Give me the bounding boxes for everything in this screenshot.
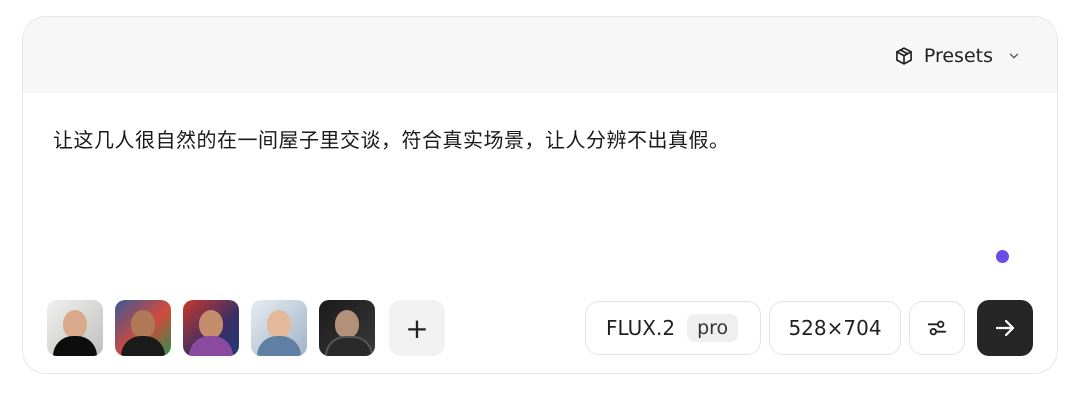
send-button[interactable] [977, 300, 1033, 356]
reference-image-3[interactable] [183, 300, 239, 356]
image-size-button[interactable]: 528×704 [769, 301, 901, 355]
arrow-right-icon [993, 316, 1017, 340]
presets-label: Presets [923, 45, 993, 67]
prompt-input[interactable]: 让这几人很自然的在一间屋子里交谈，符合真实场景，让人分辨不出真假。 [53, 125, 1027, 155]
model-name: FLUX.2 [606, 316, 676, 340]
reference-image-5[interactable] [319, 300, 375, 356]
reference-image-1[interactable] [47, 300, 103, 356]
reference-images: + [47, 300, 445, 356]
settings-button[interactable] [909, 301, 965, 355]
prompt-composer: Presets 让这几人很自然的在一间屋子里交谈，符合真实场景，让人分辨不出真假… [22, 16, 1058, 374]
composer-header: Presets [23, 17, 1057, 93]
model-selector-button[interactable]: FLUX.2 pro [585, 301, 761, 355]
add-image-button[interactable]: + [389, 300, 445, 356]
generation-controls: FLUX.2 pro 528×704 [585, 300, 1033, 356]
status-dot [996, 250, 1009, 263]
model-variant-badge: pro [687, 314, 739, 342]
cube-icon [894, 46, 914, 66]
reference-image-4[interactable] [251, 300, 307, 356]
presets-button[interactable]: Presets [894, 41, 1021, 71]
reference-image-2[interactable] [115, 300, 171, 356]
sliders-icon [926, 317, 948, 339]
chevron-down-icon [1007, 49, 1021, 63]
